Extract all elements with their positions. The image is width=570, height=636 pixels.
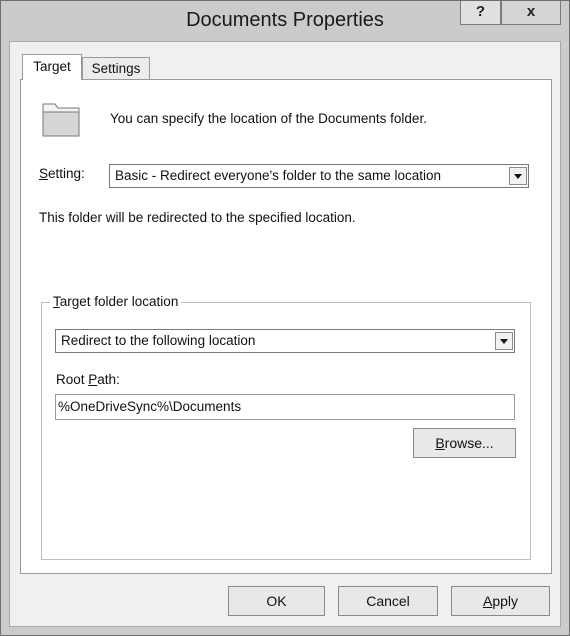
title-bar[interactable]: Documents Properties ? x: [1, 1, 569, 41]
root-path-label-suffix: ath:: [97, 372, 120, 387]
folder-icon: [41, 100, 81, 143]
apply-button[interactable]: Apply: [451, 586, 550, 616]
group-legend-text: arget folder location: [59, 294, 179, 309]
target-location-value: Redirect to the following location: [61, 333, 256, 348]
tab-target[interactable]: Target: [22, 54, 82, 80]
tab-settings[interactable]: Settings: [82, 57, 150, 80]
setting-label-accelerator: S: [39, 166, 49, 181]
apply-label: pply: [492, 593, 519, 609]
dialog-client-area: Target Settings You can specify the loca…: [9, 41, 561, 627]
root-path-input[interactable]: %OneDriveSync%\Documents: [55, 394, 515, 420]
target-folder-location-group: Target folder location Redirect to the f…: [41, 294, 531, 560]
ok-button[interactable]: OK: [228, 586, 325, 616]
browse-accelerator: B: [435, 435, 445, 451]
setting-dropdown[interactable]: Basic - Redirect everyone's folder to th…: [109, 164, 529, 188]
chevron-down-icon[interactable]: [509, 167, 527, 185]
apply-accelerator: A: [482, 593, 493, 609]
setting-dropdown-value: Basic - Redirect everyone's folder to th…: [115, 168, 441, 183]
properties-dialog: Documents Properties ? x Target Settings…: [0, 0, 570, 636]
close-button[interactable]: x: [501, 1, 561, 25]
setting-label-text: etting:: [48, 166, 85, 181]
chevron-down-icon[interactable]: [495, 332, 513, 350]
browse-label: rowse...: [444, 435, 494, 451]
root-path-label: Root Path:: [56, 372, 120, 387]
tab-panel-target: You can specify the location of the Docu…: [20, 79, 552, 574]
target-location-dropdown[interactable]: Redirect to the following location: [55, 329, 515, 353]
browse-button[interactable]: Browse...: [413, 428, 516, 458]
redirect-note: This folder will be redirected to the sp…: [39, 210, 356, 225]
cancel-button[interactable]: Cancel: [338, 586, 438, 616]
folder-description: You can specify the location of the Docu…: [110, 111, 427, 126]
setting-label: Setting:: [39, 166, 85, 181]
group-legend: Target folder location: [50, 294, 182, 309]
help-button[interactable]: ?: [460, 1, 501, 25]
root-path-label-prefix: Root: [56, 372, 89, 387]
group-legend-accelerator: T: [53, 294, 60, 309]
root-path-label-accelerator: P: [88, 372, 98, 387]
